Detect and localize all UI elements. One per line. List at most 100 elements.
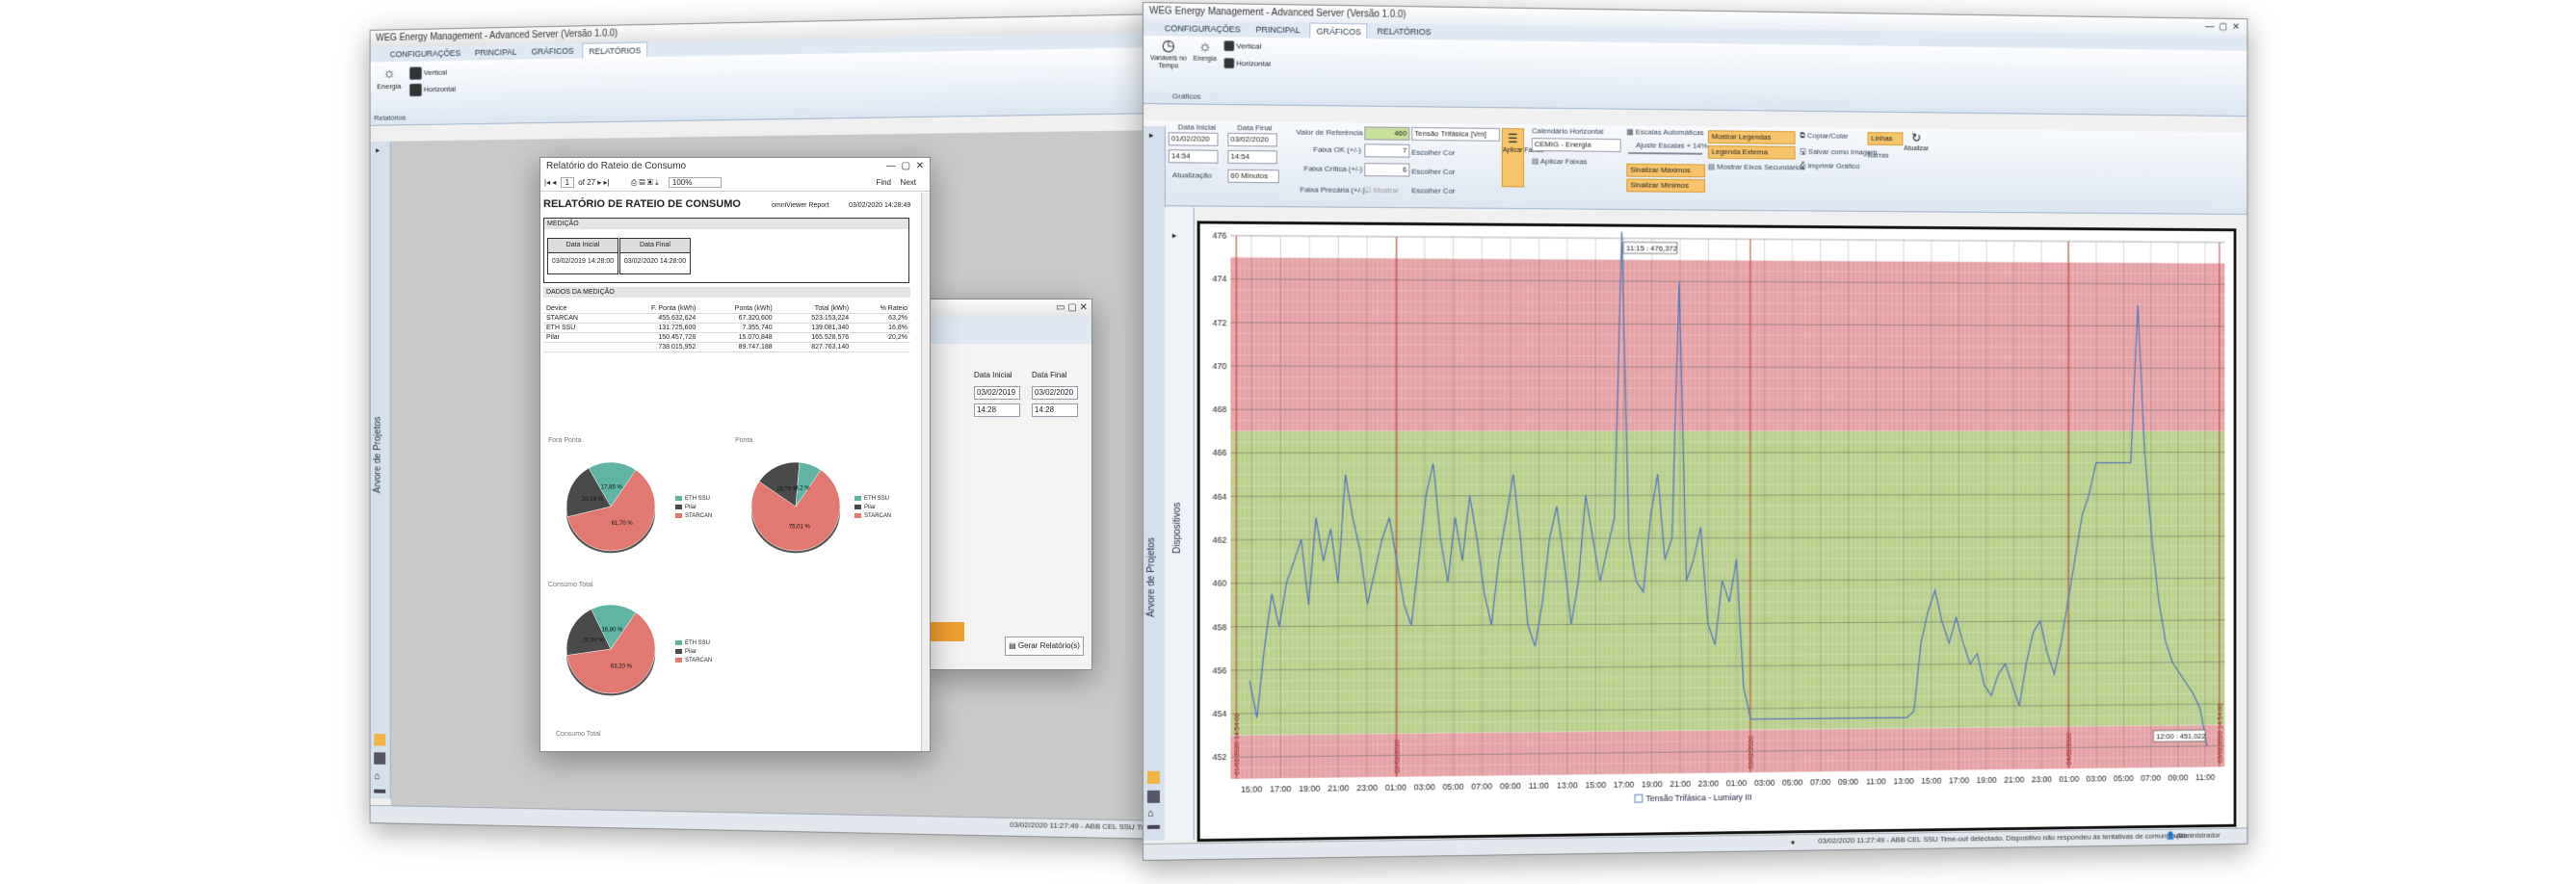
imprimir-button[interactable]: ⎙ Imprimir Gráfico [1800,162,1859,171]
project-tree-sidebar[interactable]: ▸ Árvore de Projetos ⌂ [1143,126,1166,841]
data-inicial-input[interactable]: 01/02/2020 [1168,132,1219,146]
y-tick-label: 464 [1213,491,1227,501]
mostrar-legendas-button[interactable]: Mostrar Legendas [1707,130,1796,144]
report-scrollbar[interactable] [921,193,930,751]
mostrar-checkbox[interactable]: ☑ Mostrar [1364,186,1399,195]
next-button[interactable]: Next [901,175,916,191]
expand-arrow-icon[interactable]: ▸ [376,145,380,156]
x-tick-label: 23:00 [2032,774,2052,784]
horizontal-icon [1223,58,1235,69]
device-icon[interactable] [1146,790,1160,803]
data-inicial-value: 03/02/2019 14:28:00 [551,258,615,265]
escolher-cor-3[interactable]: Escolher Cor [1411,186,1455,195]
hora-final-input[interactable]: 14:54 [1227,149,1277,165]
first-page-icon[interactable]: |◂ ◂ [544,178,556,187]
tab-graficos[interactable]: GRÁFICOS [526,43,579,60]
mostrar-eixos-button[interactable]: ▤ Mostrar Eixos Secundários [1708,163,1805,172]
atualizar-button[interactable]: ↻ Atualizar [1904,131,1929,153]
hora-inicial-input[interactable]: 14:28 [974,403,1020,417]
tab-principal[interactable]: PRINCIPAL [1250,22,1306,39]
data-inicial-input[interactable]: 03/02/2019 [974,386,1020,400]
find-button[interactable]: Find [876,175,891,191]
tab-principal[interactable]: PRINCIPAL [469,44,522,61]
hora-inicial-input[interactable]: 14:54 [1168,149,1219,164]
tab-relatorios[interactable]: RELATÓRIOS [1372,23,1437,39]
expand-arrow-icon[interactable]: ▸ [1172,230,1177,241]
x-tick-label: 05:00 [1782,777,1802,787]
aplicar-faixas-button[interactable]: ☰ Aplicar Faixas [1501,128,1543,188]
tool-icon[interactable] [1146,770,1160,784]
linhas-button[interactable]: Linhas [1867,132,1904,146]
date-marker-label: 02/02/2020 [1395,740,1402,773]
home-icon[interactable]: ⌂ [1147,808,1154,819]
escalas-checkbox[interactable]: ▦ Escalas Automáticas [1626,127,1703,137]
ajuste-slider-track[interactable] [1628,152,1703,155]
horizontal-button[interactable]: Horizontal [1223,58,1271,69]
copiar-button[interactable]: ⧉ Copiar/Colar [1800,131,1848,141]
window-controls[interactable]: — ▢ ✕ [2205,19,2240,37]
horizontal-button[interactable]: Horizontal [408,83,456,97]
salvar-imagem-button[interactable]: 🖫 Salvar como Imagem [1800,146,1877,160]
calendario-select[interactable]: CEMIG - Energia [1531,138,1621,152]
next-page-icon[interactable]: ▸ ▸| [597,178,609,187]
tab-configuracoes[interactable]: CONFIGURAÇÕES [384,45,465,62]
vertical-button[interactable]: Vertical [1223,40,1261,52]
energia-button[interactable]: ☼ Energia [1192,39,1219,63]
maximize-icon[interactable]: ▢ [1067,302,1076,313]
faixa-ok-input[interactable]: 7 [1364,143,1410,158]
escolher-cor-2[interactable]: Escolher Cor [1411,168,1455,176]
gerar-relatorio-button[interactable]: ▤ Gerar Relatório(s) [1005,637,1084,656]
ajuste-slider[interactable]: Ajuste Escalas + 14% [1636,141,1707,150]
menu-icon[interactable] [1146,824,1160,829]
tab-relatorios[interactable]: RELATÓRIOS [582,41,647,59]
atualizacao-select[interactable]: 60 Minutos [1227,169,1279,184]
chart-toolbar: Data Inicial Data Final 01/02/2020 03/02… [1143,120,2247,216]
x-tick-label: 21:00 [1669,779,1691,789]
tool-icon[interactable] [374,733,386,746]
energia-button[interactable]: ☼ Energia [376,65,403,91]
legend-entry: Tensão Trifásica - Lumiary III [1646,793,1752,803]
legenda-externa-button[interactable]: Legenda Externa [1707,144,1796,160]
legend-eth: ETH SSU [685,640,711,646]
tensao-select[interactable]: Tensão Trifásica [Vrn] [1411,126,1500,142]
variaveis-tempo-button[interactable]: ◷ Variáveis no Tempo [1149,38,1188,70]
voltage-line-chart[interactable]: 476 474 472 470 468 466 464 462 460 458 456 454 452 1… [1200,223,2234,839]
faixa-critica-input[interactable]: 6 [1364,163,1410,177]
zoom-select[interactable]: 100% [668,177,723,188]
atualizar-label: Atualizar [1904,145,1929,153]
sinalizar-minimos-button[interactable]: Sinalizar Mínimos [1626,178,1706,193]
hora-final-input[interactable]: 14:28 [1032,403,1078,417]
page-input[interactable]: 1 [560,177,575,188]
escolher-cor-1[interactable]: Escolher Cor [1411,148,1455,157]
minimize-icon[interactable]: ▭ [1056,302,1065,313]
legend-starcan: STARCAN [685,513,713,519]
mostrar-legendas-label: Mostrar Legendas [1711,132,1772,142]
data-final-input[interactable]: 03/02/2020 [1032,386,1078,400]
print-icon[interactable]: ⎙ ▤ ▣ ⤓ [631,178,659,187]
legend-eth: ETH SSU [864,496,890,502]
tab-graficos[interactable]: GRÁFICOS [1309,22,1368,39]
close-icon[interactable]: ✕ [1080,302,1088,313]
tab-configuracoes[interactable]: CONFIGURAÇÕES [1159,20,1247,37]
home-icon[interactable]: ⌂ [374,770,380,782]
expand-arrow-icon[interactable]: ▸ [1149,130,1154,141]
menu-icon[interactable] [374,789,386,793]
data-final-input[interactable]: 03/02/2020 [1227,132,1277,147]
aplicar-faixas2-label: Aplicar Faixas [1539,157,1588,167]
devices-panel[interactable]: ▸ Dispositivos [1164,207,1195,841]
vertical-button[interactable]: Vertical [408,66,447,81]
cell: 738.015,952 [609,342,699,352]
data-final-title: Data Final [620,239,690,253]
sinalizar-maximos-button[interactable]: Sinalizar Máximos [1626,163,1706,178]
project-tree-sidebar[interactable]: ▸ Árvore de Projetos ⌂ [370,141,391,799]
valor-ref-input[interactable]: 460 [1364,126,1410,141]
device-icon[interactable] [374,752,386,765]
aplicar-faixas2-button[interactable]: ▤ Aplicar Faixas [1532,157,1588,166]
barras-button[interactable]: Barras [1868,151,1889,160]
mostrar-eixos-label: Mostrar Eixos Secundários [1717,162,1805,172]
pie-chart-consumo-total: 63,20 % 20,00 % 16,80 % [565,604,656,696]
table-row: Pilar 150.457,728 15.070,848 165.528,576 20,… [543,332,910,343]
horizontal-icon [408,83,422,97]
cell: 827.763,140 [775,342,853,352]
window-controls[interactable]: — ▢ ✕ [886,158,924,175]
